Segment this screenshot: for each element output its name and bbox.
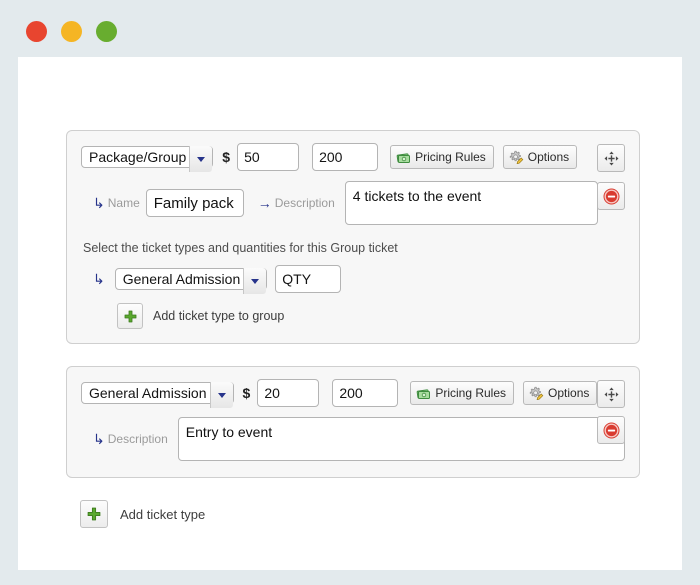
ticket-type-select-wrap: Package/Group: [81, 145, 214, 172]
plus-icon: [124, 310, 136, 322]
ticket-type-select-button[interactable]: [209, 382, 233, 408]
group-member-select-button[interactable]: [243, 268, 267, 294]
options-button[interactable]: Options: [523, 381, 598, 405]
move-ticket-handle[interactable]: [597, 380, 625, 408]
chevron-down-icon: [197, 156, 206, 162]
remove-ticket-button[interactable]: [597, 182, 625, 210]
close-button[interactable]: [26, 21, 47, 42]
move-arrows-icon: [604, 387, 618, 401]
plus-icon: [87, 507, 101, 521]
options-button[interactable]: Options: [502, 145, 578, 169]
remove-circle-icon: [603, 188, 619, 204]
gear-pencil-icon: [529, 386, 544, 400]
window-chrome: [0, 0, 700, 57]
move-ticket-handle[interactable]: [597, 144, 625, 172]
name-input[interactable]: [145, 189, 244, 217]
ticket-type-select-wrap: General Admission: [81, 381, 234, 408]
money-icon: [417, 388, 431, 399]
chevron-down-icon: [217, 392, 226, 398]
options-label: Options: [527, 150, 570, 164]
quantity-input[interactable]: [332, 379, 399, 407]
ticket-type-select-button[interactable]: [189, 146, 213, 172]
ticket-main-row: General Admission $ Pricing Rules: [81, 379, 625, 408]
traffic-light-buttons: [26, 21, 117, 42]
ticket-type-editor: Package/Group $ Pricing Rules: [66, 130, 640, 528]
ticket-detail-row: ↳ Name → Description: [81, 181, 625, 225]
pricing-rules-button[interactable]: Pricing Rules: [410, 381, 515, 405]
description-label: Description: [274, 196, 335, 210]
name-label: Name: [107, 196, 140, 210]
quantity-input[interactable]: [312, 143, 379, 171]
group-helper-text: Select the ticket types and quantities f…: [83, 241, 398, 255]
ticket-main-row: Package/Group $ Pricing Rules: [81, 143, 625, 172]
name-branch-arrow-icon: ↳: [93, 195, 105, 211]
add-ticket-type-label: Add ticket type: [120, 506, 206, 522]
currency-symbol: $: [242, 385, 251, 401]
pricing-rules-label: Pricing Rules: [435, 386, 507, 400]
chevron-down-icon: [251, 278, 260, 284]
add-ticket-type-to-group-button[interactable]: [117, 303, 143, 329]
description-label: Description: [107, 432, 168, 446]
group-member-row: ↳ General Admission: [93, 265, 625, 294]
price-input[interactable]: [237, 143, 300, 171]
price-input[interactable]: [257, 379, 320, 407]
pricing-rules-label: Pricing Rules: [415, 150, 486, 164]
pricing-rules-button[interactable]: Pricing Rules: [390, 145, 494, 169]
currency-symbol: $: [222, 149, 231, 165]
ticket-panel-group: Package/Group $ Pricing Rules: [66, 130, 640, 344]
add-ticket-type-to-group-label: Add ticket type to group: [153, 309, 285, 323]
add-ticket-type-button[interactable]: [80, 500, 108, 528]
maximize-button[interactable]: [96, 21, 117, 42]
description-branch-arrow-icon: →: [257, 195, 272, 211]
ticket-detail-row: ↳ Description: [81, 417, 625, 461]
gear-pencil-icon: [509, 150, 524, 164]
add-ticket-type-row[interactable]: Add ticket type: [80, 500, 640, 528]
group-member-select-wrap: General Admission: [114, 267, 268, 294]
move-arrows-icon: [604, 151, 618, 165]
money-icon: [396, 152, 411, 163]
group-member-branch-arrow-icon: ↳: [93, 271, 105, 287]
options-label: Options: [548, 386, 590, 400]
description-textarea[interactable]: [344, 181, 598, 225]
minimize-button[interactable]: [61, 21, 82, 42]
group-member-qty-input[interactable]: [275, 265, 342, 293]
remove-ticket-button[interactable]: [597, 416, 625, 444]
page-canvas: Package/Group $ Pricing Rules: [18, 57, 682, 570]
description-textarea[interactable]: [177, 417, 625, 461]
add-ticket-type-to-group-row[interactable]: Add ticket type to group: [117, 303, 625, 329]
description-branch-arrow-icon: ↳: [93, 431, 105, 447]
ticket-panel-single: General Admission $ Pricing Rules: [66, 366, 640, 478]
remove-circle-icon: [603, 422, 619, 438]
